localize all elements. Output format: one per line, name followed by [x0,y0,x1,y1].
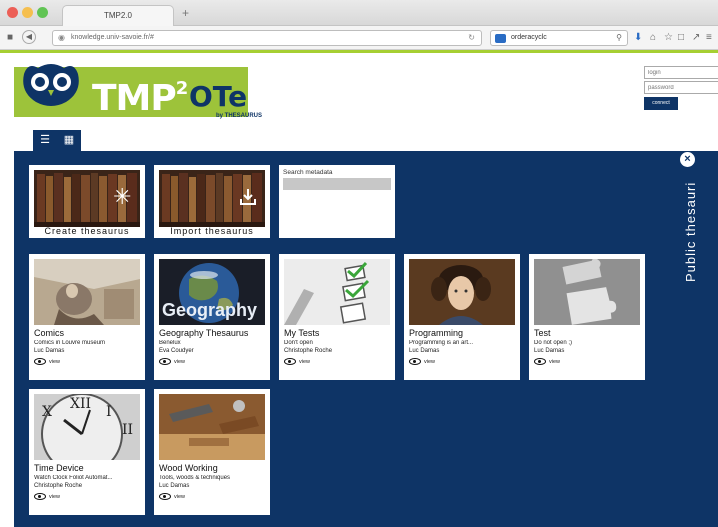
create-thesaurus-button[interactable]: ✳ Create thesaurus [29,165,145,238]
share-icon[interactable]: ↗ [692,31,700,45]
search-bar[interactable]: orderacyclc ⚲ [490,30,628,46]
thesaurus-description: Tools, woods & techniques [159,475,231,481]
page-top-accent [0,50,718,53]
tmp-logo: TMP2 [92,78,188,119]
view-link[interactable]: view [409,358,435,365]
eye-icon [284,358,296,365]
thesaurus-description: Comics in Louvre museum [34,340,106,346]
app-menu-icon[interactable]: ■ [7,31,13,45]
puzzle-thumbnail [534,259,640,325]
thesaurus-card[interactable]: My Tests Don't open Christophe Roche vie… [279,254,395,380]
password-input[interactable] [644,81,718,94]
thesaurus-card[interactable]: Test Do not open ;) Luc Damas view [529,254,645,380]
thesaurus-card[interactable]: Geography Geography Thesaurus Benelux Ev… [154,254,270,380]
thesaurus-title[interactable]: Programming [409,328,463,338]
thesaurus-title[interactable]: Time Device [34,463,84,473]
bookmarks-icon[interactable]: □ [678,31,684,45]
thesaurus-description: Programming is an art... [409,340,474,346]
eye-icon [409,358,421,365]
view-link[interactable]: view [534,358,560,365]
thesaurus-title[interactable]: Geography Thesaurus [159,328,248,338]
close-public-thesauri-icon[interactable]: × [680,152,695,167]
thesaurus-card[interactable]: Comics Comics in Louvre museum Luc Damas… [29,254,145,380]
svg-text:XII: XII [70,396,91,412]
search-metadata-box: Search metadata [279,165,395,238]
eye-icon [34,358,46,365]
clock-thumbnail: X XII I II [34,394,140,460]
view-link[interactable]: view [284,358,310,365]
minimize-window-button[interactable] [22,7,33,18]
bookmark-star-icon[interactable]: ☆ [664,31,673,45]
list-view-icon[interactable]: ☰ [33,130,57,151]
grid-view-icon[interactable]: ▦ [57,130,81,151]
thesaurus-description: Do not open ;) [534,340,573,346]
eye-icon [34,493,46,500]
ote-logo-subtitle: by THESAURUS [216,113,263,119]
geography-image-text: Geography [162,300,258,320]
new-tab-icon[interactable]: + [182,6,189,20]
checklist-thumbnail [284,259,390,325]
close-window-button[interactable] [7,7,18,18]
menu-icon[interactable]: ≡ [706,31,712,45]
comics-thumbnail [34,259,140,325]
back-icon[interactable]: ◀ [22,30,36,44]
thesaurus-author: Christophe Roche [34,483,83,489]
thesaurus-title[interactable]: Test [534,328,551,338]
search-bar-value: orderacyclc [511,34,547,41]
import-thesaurus-label: Import thesaurus [170,226,254,236]
search-icon[interactable]: ⚲ [616,31,622,45]
public-thesauri-tab[interactable]: Public thesauri [683,182,698,282]
thesaurus-card[interactable]: X XII I II Time Device Watch Clock Folio… [29,389,145,515]
thesaurus-card[interactable]: Wood Working Tools, woods & techniques L… [154,389,270,515]
thesaurus-title[interactable]: My Tests [284,328,319,338]
url-text: knowledge.univ-savoie.fr/# [71,34,154,41]
ote-logo: OTe [189,80,248,113]
thesaurus-description: Benelux [159,340,181,346]
thesaurus-author: Luc Damas [159,483,190,489]
thesaurus-description: Watch Clock Foliot Automat... [34,475,113,481]
search-metadata-label: Search metadata [283,169,333,176]
owl-logo-icon [23,64,79,106]
thesaurus-author: Christophe Roche [284,348,333,354]
import-thesaurus-button[interactable]: Import thesaurus [154,165,270,238]
reload-icon[interactable]: ↻ [468,31,475,45]
thesaurus-author: Luc Damas [409,348,440,354]
browser-tab[interactable]: TMP2.0 [62,5,174,26]
programming-portrait-thumbnail [409,259,515,325]
svg-text:II: II [122,422,133,438]
thesaurus-card[interactable]: Programming Programming is an art... Luc… [404,254,520,380]
zoom-window-button[interactable] [37,7,48,18]
download-icon[interactable]: ⬇ [634,31,642,45]
create-thesaurus-label: Create thesaurus [44,226,130,236]
view-link[interactable]: view [34,358,60,365]
login-input[interactable] [644,66,718,79]
home-icon[interactable]: ⌂ [650,31,656,45]
search-metadata-input[interactable] [283,178,391,190]
thesaurus-title[interactable]: Comics [34,328,64,338]
thesaurus-author: Luc Damas [534,348,565,354]
connect-button[interactable]: connect [644,97,678,110]
svg-text:I: I [106,404,112,420]
thesaurus-author: Eva Coudyer [159,348,194,354]
view-link[interactable]: view [34,493,60,500]
woodworking-thumbnail [159,394,265,460]
eye-icon [534,358,546,365]
svg-text:X: X [42,404,52,420]
thesaurus-description: Don't open [284,340,313,346]
address-bar[interactable]: ◉ knowledge.univ-savoie.fr/# ↻ [52,30,482,46]
view-link[interactable]: view [159,493,185,500]
add-sparkle-icon: ✳ [113,184,132,209]
browser-titlebar: TMP2.0 + [0,0,718,26]
import-icon [240,189,256,205]
thesaurus-author: Luc Damas [34,348,65,354]
eye-icon [159,493,171,500]
thesaurus-title[interactable]: Wood Working [159,463,218,473]
globe-icon: ◉ [58,33,65,42]
eye-icon [159,358,171,365]
search-engine-icon[interactable] [495,34,506,43]
browser-toolbar: ■ ◀ ◉ knowledge.univ-savoie.fr/# ↻ order… [0,26,718,50]
view-link[interactable]: view [159,358,185,365]
